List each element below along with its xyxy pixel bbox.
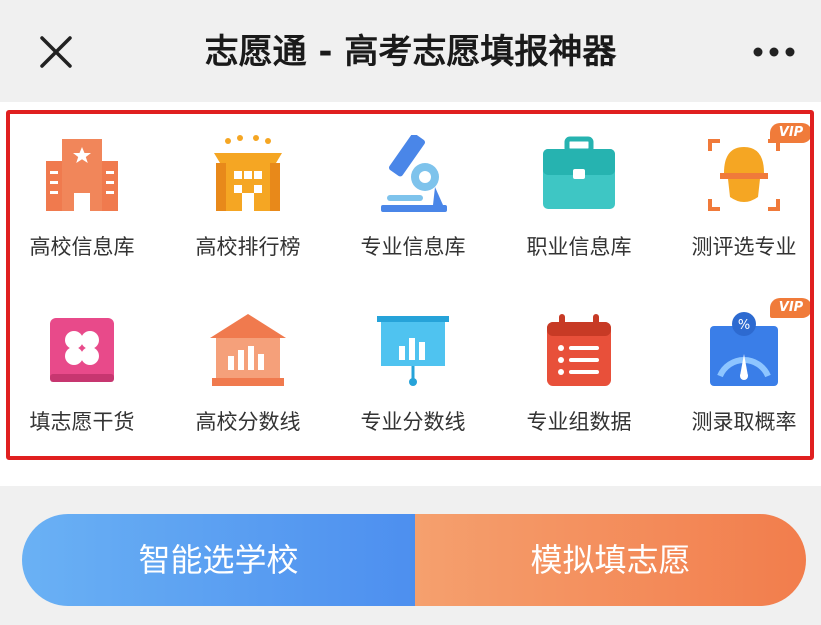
grid-item-assessment-major[interactable]: VIP 测评选专业 [662, 123, 821, 295]
page-title: 志愿通 - 高考志愿填报神器 [204, 32, 617, 72]
grid-item-career-info[interactable]: 职业信息库 [497, 135, 661, 295]
microscope-icon [381, 135, 447, 212]
grid-item-label: 专业分数线 [360, 410, 466, 434]
bank-chart-icon [210, 314, 286, 386]
more-dots-icon [753, 47, 795, 57]
grid-item-major-info[interactable]: 专业信息库 [331, 135, 495, 295]
head-scan-icon [708, 139, 780, 211]
vip-badge: VIP [770, 123, 812, 143]
briefcase-icon [543, 136, 615, 209]
grid-item-major-scores[interactable]: 专业分数线 [331, 310, 495, 470]
simulate-fill-button[interactable]: 模拟填志愿 [415, 514, 806, 606]
svg-text:%: % [738, 318, 750, 333]
grid-item-label: 高校分数线 [195, 410, 301, 434]
grid-item-label: 专业组数据 [526, 410, 632, 434]
smart-select-school-button[interactable]: 智能选学校 [22, 514, 415, 606]
more-button[interactable] [752, 42, 796, 62]
presentation-board-icon [377, 316, 449, 386]
grid-item-label: 职业信息库 [526, 235, 632, 259]
gauge-percent-icon: % [710, 312, 778, 386]
grid-item-label: 测评选专业 [691, 235, 797, 259]
grid-item-label: 专业信息库 [360, 235, 466, 259]
grid-item-admission-probability[interactable]: % VIP 测录取概率 [662, 298, 821, 470]
grid-item-university-ranking[interactable]: 高校排行榜 [166, 135, 330, 295]
grid-item-label: 填志愿干货 [29, 410, 135, 434]
grid-item-university-scores[interactable]: 高校分数线 [166, 310, 330, 470]
ranked-building-icon [214, 135, 282, 211]
grid-item-application-tips[interactable]: 填志愿干货 [0, 310, 164, 470]
vip-badge: VIP [770, 298, 812, 318]
clover-card-icon [50, 318, 114, 382]
grid-item-label: 高校信息库 [29, 235, 135, 259]
grid-item-label: 测录取概率 [691, 410, 797, 434]
grid-item-label: 高校排行榜 [195, 235, 301, 259]
top-bar: 志愿通 - 高考志愿填报神器 [0, 0, 821, 102]
grid-item-university-info[interactable]: 高校信息库 [0, 135, 164, 295]
university-buildings-icon [46, 139, 118, 211]
grid-item-major-group-data[interactable]: 专业组数据 [497, 310, 661, 470]
calendar-list-icon [547, 314, 611, 386]
